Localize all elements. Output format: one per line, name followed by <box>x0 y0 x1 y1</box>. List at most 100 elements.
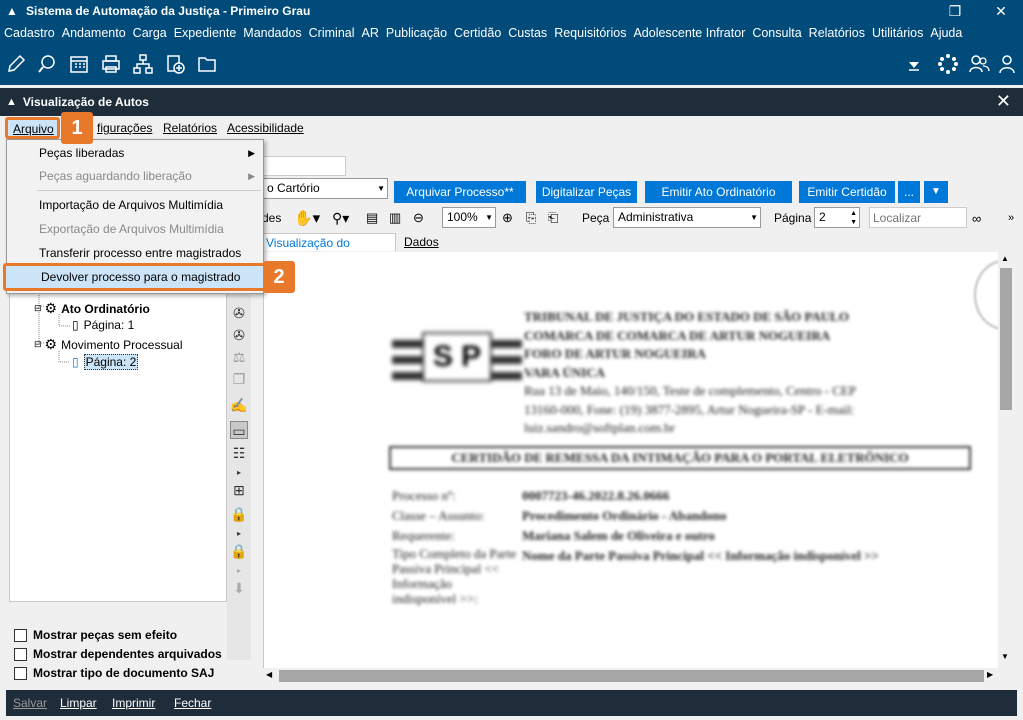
menu-requisitorios[interactable]: Requisitórios <box>554 26 626 40</box>
lock-icon[interactable]: 🔒 <box>230 505 248 523</box>
sign-icon[interactable]: ✍ <box>230 396 248 414</box>
menu-expediente[interactable]: Expediente <box>174 26 237 40</box>
add-note-icon[interactable]: ⊞ <box>230 481 248 499</box>
chevron-right-icon[interactable]: ▸ <box>230 525 248 543</box>
zoom-out-icon[interactable]: ⊖ <box>413 210 424 226</box>
tree-item-ato-ordinatorio[interactable]: ⊟ ⚙ Ato Ordinatório <box>34 300 150 317</box>
rotate-left-icon[interactable]: ⎘ <box>526 210 536 226</box>
zoom-select[interactable]: 100% ▼ <box>442 207 496 228</box>
digitalizar-pecas-button[interactable]: Digitalizar Peças <box>536 181 637 203</box>
menu-relatorios[interactable]: Relatórios <box>809 26 865 40</box>
printer-icon[interactable] <box>100 53 122 75</box>
salvar-button[interactable]: Salvar <box>13 696 47 710</box>
menu-ar[interactable]: AR <box>362 26 379 40</box>
menu-cadastro[interactable]: Cadastro <box>4 26 55 40</box>
collapse-icon[interactable]: ⊟ <box>34 303 42 314</box>
fit-width-icon[interactable]: ▤ <box>366 210 378 226</box>
menu-relatorios-window[interactable]: Relatórios <box>163 121 217 135</box>
checkbox-tipo-documento-saj[interactable]: Mostrar tipo de documento SAJ <box>14 666 214 680</box>
tab-dados-processo[interactable]: Dados do processo <box>401 233 456 285</box>
stamp-icon[interactable]: ⚖ <box>230 348 248 366</box>
rotate-right-icon[interactable]: ⎗ <box>548 210 558 226</box>
folder-icon[interactable] <box>196 53 218 75</box>
hierarchy-icon[interactable] <box>132 53 154 75</box>
user-icon[interactable] <box>996 53 1018 75</box>
scroll-thumb[interactable] <box>279 670 984 682</box>
chevron-right-icon[interactable]: ▸ <box>230 464 248 482</box>
menu-custas[interactable]: Custas <box>508 26 547 40</box>
localizar-input[interactable] <box>869 207 967 228</box>
emitir-certidao-button[interactable]: Emitir Certidão <box>799 181 895 203</box>
collapse-icon[interactable]: ⊟ <box>34 339 42 350</box>
menu-item-pecas-liberadas[interactable]: Peças liberadas ▶ <box>7 142 263 164</box>
tab-visualizacao[interactable]: Visualização do Processo <box>262 233 396 268</box>
menu-acessibilidade[interactable]: Acessibilidade <box>227 121 304 135</box>
arquivar-processo-button[interactable]: Arquivar Processo** <box>394 181 526 203</box>
more-button[interactable]: ... <box>898 181 920 203</box>
expand-icon[interactable]: ▼ <box>924 181 948 203</box>
zoom-search-icon[interactable]: ⚲▾ <box>332 210 349 227</box>
menu-certidao[interactable]: Certidão <box>454 26 501 40</box>
limpar-button[interactable]: Limpar <box>60 696 97 710</box>
menu-configuracoes[interactable]: figurações <box>97 121 152 135</box>
menu-consulta[interactable]: Consulta <box>752 26 801 40</box>
menu-carga[interactable]: Carga <box>133 26 167 40</box>
binoculars-icon[interactable]: ∞ <box>972 211 981 226</box>
pagina-stepper[interactable]: 2 ▲ ▼ <box>814 207 860 228</box>
close-icon[interactable]: ✕ <box>996 91 1011 112</box>
checkbox-box[interactable] <box>14 647 27 661</box>
menu-arquivo[interactable]: Arquivo <box>5 117 60 139</box>
close-window-icon[interactable]: ✕ <box>979 0 1023 22</box>
header-input[interactable] <box>262 156 346 176</box>
menu-publicacao[interactable]: Publicação <box>386 26 447 40</box>
document-viewer[interactable]: S P TRIBUNAL DE JUSTIÇA DO ESTADO DE SÃO… <box>263 252 998 668</box>
zoom-in-icon[interactable]: ⊕ <box>502 210 513 226</box>
vertical-scrollbar[interactable]: ▲ ▼ <box>998 252 1014 668</box>
seal-remove-icon[interactable]: ✇ <box>230 326 248 344</box>
checkbox-dependentes-arquivados[interactable]: Mostrar dependentes arquivados <box>14 647 222 661</box>
seal-add-icon[interactable]: ✇ <box>230 304 248 322</box>
peca-select[interactable]: Administrativa ▼ <box>613 207 761 228</box>
dropdown-arrow-icon[interactable] <box>903 53 925 75</box>
menu-criminal[interactable]: Criminal <box>309 26 355 40</box>
menu-utilitarios[interactable]: Utilitários <box>872 26 923 40</box>
scroll-thumb[interactable] <box>1000 268 1012 410</box>
hand-icon[interactable]: ✋▾ <box>294 209 320 227</box>
checkbox-box[interactable] <box>14 666 27 680</box>
document-tree: ⊟ ⚙ Ato Ordinatório ▯ Página: 1 ⊟ ⚙ Movi… <box>9 280 227 602</box>
menu-ajuda[interactable]: Ajuda <box>930 26 962 40</box>
restore-icon[interactable]: ❐ <box>933 0 977 22</box>
calendar-icon[interactable] <box>68 53 90 75</box>
tree-item-pagina-2[interactable]: ▯ Página: 2 <box>72 354 139 370</box>
copy-icon[interactable]: ❐ <box>230 370 248 388</box>
checkbox-pecas-sem-efeito[interactable]: Mostrar peças sem efeito <box>14 628 177 642</box>
tree-item-pagina-1[interactable]: ▯ Página: 1 <box>72 318 134 332</box>
horizontal-scrollbar[interactable]: ◀ ▶ <box>263 668 998 684</box>
emitir-ato-ordinatorio-button[interactable]: Emitir Ato Ordinatório <box>645 181 792 203</box>
fechar-button[interactable]: Fechar <box>174 696 211 710</box>
add-document-icon[interactable] <box>164 53 186 75</box>
users-icon[interactable] <box>968 53 990 75</box>
tree-item-movimento-processual[interactable]: ⊟ ⚙ Movimento Processual <box>34 336 183 353</box>
cartorio-select[interactable]: o Cartório ▼ <box>262 178 388 199</box>
scroll-right-icon[interactable]: ▶ <box>987 670 993 679</box>
scroll-up-icon[interactable]: ▲ <box>1001 254 1009 263</box>
list-icon[interactable]: ☷ <box>230 444 248 462</box>
edit-icon[interactable] <box>5 53 27 75</box>
scroll-left-icon[interactable]: ◀ <box>266 670 272 679</box>
menu-item-importacao-multimidia[interactable]: Importação de Arquivos Multimídia <box>7 194 263 216</box>
menu-mandados[interactable]: Mandados <box>243 26 301 40</box>
fit-page-icon[interactable]: ▥ <box>389 210 401 226</box>
search-doc-icon[interactable] <box>36 53 58 75</box>
step-badge-2: 2 <box>263 261 295 293</box>
note-icon[interactable]: ▭ <box>230 421 248 439</box>
menu-item-transferir-processo[interactable]: Transferir processo entre magistrados <box>7 242 263 264</box>
menu-adolescente-infrator[interactable]: Adolescente Infrator <box>633 26 745 40</box>
checkbox-box[interactable] <box>14 628 27 642</box>
imprimir-button[interactable]: Imprimir <box>112 696 155 710</box>
menu-item-devolver-processo[interactable]: Devolver processo para o magistrado <box>3 263 295 291</box>
scroll-down-icon[interactable]: ▼ <box>1001 652 1009 661</box>
stepper-arrows-icon[interactable]: ▲ ▼ <box>850 209 857 227</box>
overflow-chevron-icon[interactable]: » <box>1008 212 1014 224</box>
menu-andamento[interactable]: Andamento <box>62 26 126 40</box>
